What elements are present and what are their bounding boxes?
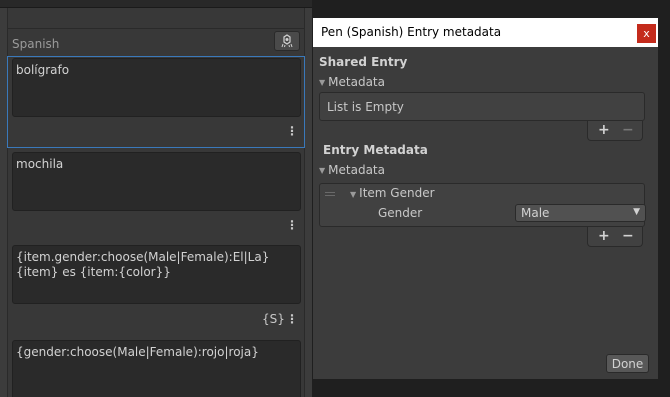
gender-dropdown-value: Male [521, 206, 550, 220]
item-gender-foldout[interactable]: ▼ Item Gender [350, 186, 435, 200]
close-button[interactable]: x [637, 24, 656, 43]
entry-metadata-list: ▼ Item Gender Gender Male ▼ [319, 183, 646, 227]
entry-text-field[interactable]: {item.gender:choose(Male|Female):El|La} … [12, 245, 301, 304]
done-button[interactable]: Done [606, 354, 649, 373]
drag-handle-icon[interactable] [325, 192, 335, 198]
more-options-icon[interactable]: ⋮ [286, 124, 298, 138]
shared-metadata-list: List is Empty [319, 92, 645, 121]
entry-text: {gender:choose(Male|Female):rojo|roja} [16, 345, 259, 359]
remove-button[interactable]: − [622, 228, 634, 244]
entry-metadata-heading: Entry Metadata [323, 143, 428, 157]
screen: Spanish bolígrafo ⋮ mochila ⋮ {item.gend… [0, 0, 670, 397]
foldout-label: Metadata [328, 75, 385, 89]
shared-list-footer: + − [587, 121, 643, 141]
background-strip [658, 0, 670, 397]
triangle-down-icon: ▼ [319, 78, 326, 87]
more-options-icon[interactable]: ⋮ [286, 312, 298, 326]
item-gender-label: Item Gender [359, 186, 435, 200]
gender-field-label: Gender [378, 206, 423, 220]
chevron-down-icon: ▼ [633, 207, 640, 217]
entry-metadata-window: Pen (Spanish) Entry metadata x Shared En… [313, 18, 658, 379]
window-titlebar: Pen (Spanish) Entry metadata x [313, 18, 658, 47]
panel-top-strip [0, 0, 312, 8]
remove-button[interactable]: − [622, 122, 634, 138]
entry-text: bolígrafo [16, 63, 70, 77]
add-button[interactable]: + [598, 122, 610, 138]
right-column-edge [304, 8, 312, 397]
entry-metadata-foldout[interactable]: ▼ Metadata [319, 163, 385, 177]
list-empty-text: List is Empty [327, 100, 404, 114]
triangle-down-icon: ▼ [350, 190, 357, 199]
close-icon: x [643, 27, 650, 40]
triangle-down-icon: ▼ [319, 166, 326, 175]
localization-table-panel: Spanish bolígrafo ⋮ mochila ⋮ {item.gend… [0, 0, 312, 397]
gender-dropdown[interactable]: Male ▼ [515, 204, 646, 222]
column-title: Spanish [12, 37, 60, 51]
entry-list-footer: + − [587, 227, 643, 247]
entry-text-field[interactable]: {gender:choose(Male|Female):rojo|roja} [12, 340, 301, 397]
shared-metadata-foldout[interactable]: ▼ Metadata [319, 75, 385, 89]
entry-text-field[interactable]: bolígrafo [12, 58, 301, 117]
column-header: Spanish [8, 28, 304, 55]
shared-entry-heading: Shared Entry [319, 55, 408, 69]
entry-text: {item.gender:choose(Male|Female):El|La} … [16, 250, 270, 279]
add-button[interactable]: + [598, 228, 610, 244]
more-options-icon[interactable]: ⋮ [286, 218, 298, 232]
entry-text: mochila [16, 157, 64, 171]
entry-text-field[interactable]: mochila [12, 152, 301, 211]
metadata-icon [281, 34, 293, 48]
window-title: Pen (Spanish) Entry metadata [321, 25, 502, 39]
metadata-button[interactable] [274, 31, 300, 51]
done-button-label: Done [611, 356, 644, 371]
foldout-label: Metadata [328, 163, 385, 177]
smart-string-tag: {S} [262, 312, 285, 326]
